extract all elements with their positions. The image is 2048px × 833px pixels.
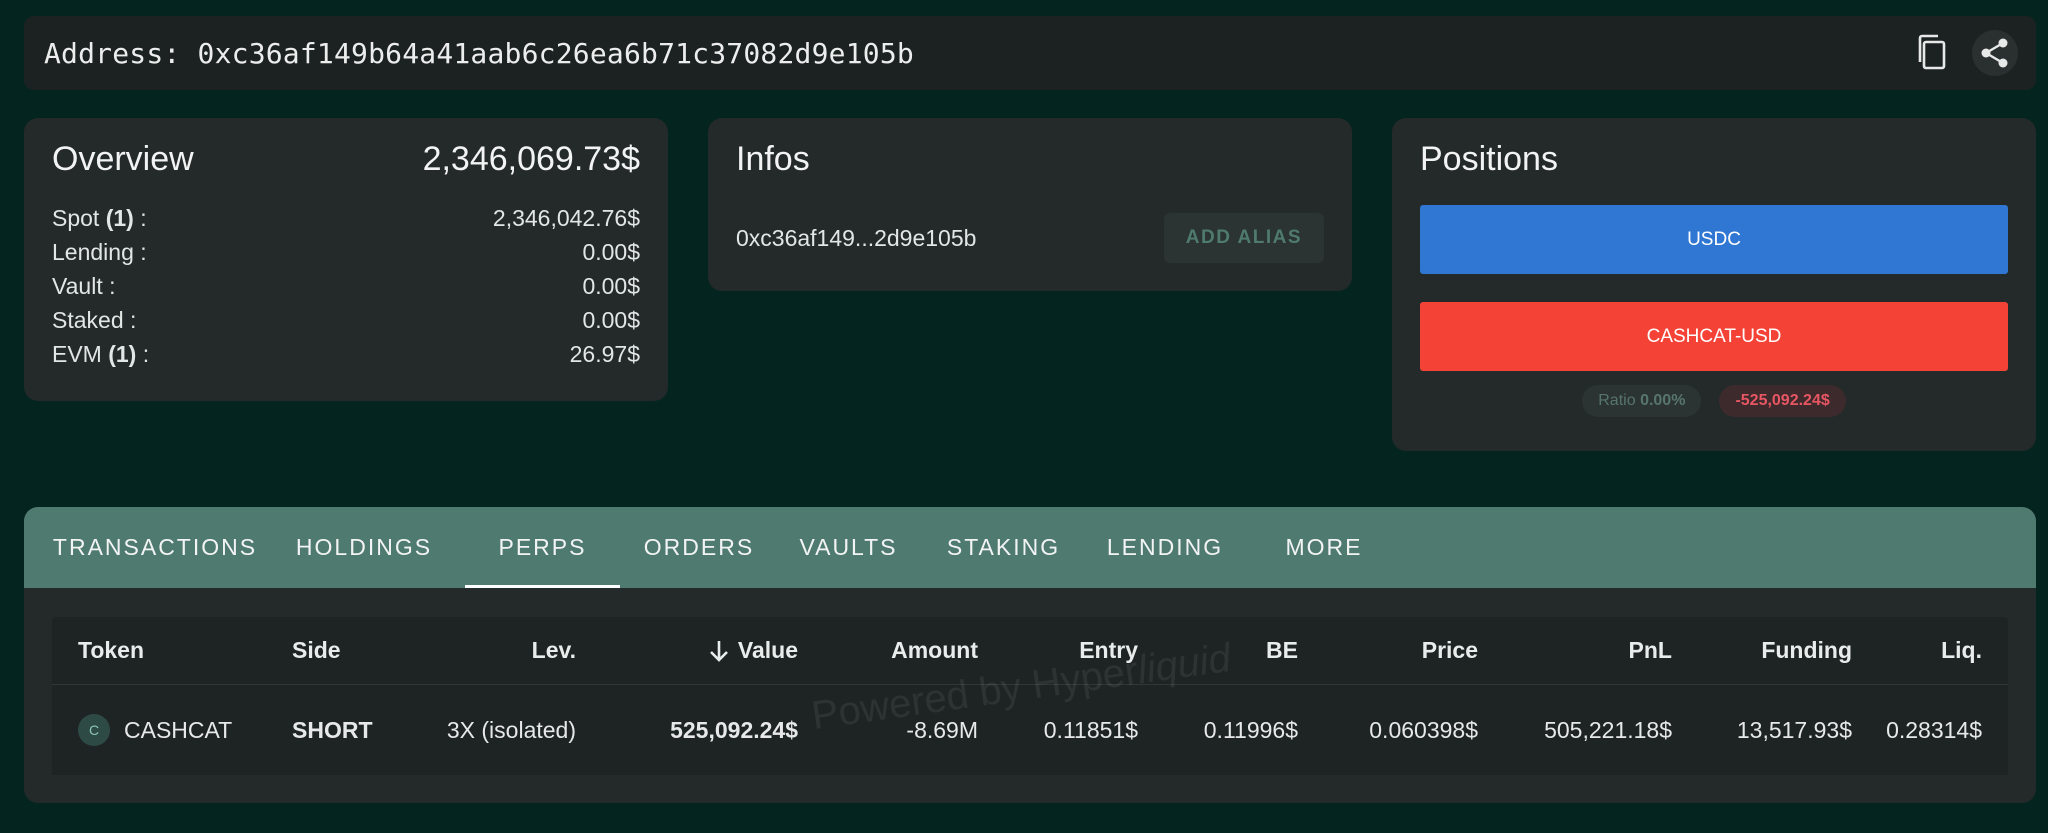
header-value[interactable]: Value <box>612 617 798 684</box>
address-actions <box>1910 30 2018 76</box>
overview-value: 0.00$ <box>582 239 640 265</box>
arrow-down-icon <box>709 640 728 662</box>
overview-value: 0.00$ <box>582 273 640 299</box>
value-cell: 525,092.24$ <box>670 716 798 743</box>
token-icon: C <box>78 714 110 746</box>
token-cell: C CASHCAT <box>78 685 232 775</box>
header-pnl[interactable]: PnL <box>1492 617 1672 684</box>
side-cell: SHORT <box>292 716 373 743</box>
pnl-badge: -525,092.24$ <box>1719 385 1846 417</box>
main-panel: TRANSACTIONS HOLDINGS PERPS ORDERS VAULT… <box>24 507 2036 803</box>
header-amount[interactable]: Amount <box>812 617 978 684</box>
copy-icon[interactable] <box>1910 30 1956 76</box>
overview-title: Overview <box>52 140 194 178</box>
header-liq[interactable]: Liq. <box>1862 617 1982 684</box>
tab-transactions[interactable]: TRANSACTIONS <box>53 507 257 588</box>
liq-cell: 0.28314$ <box>1886 716 1982 743</box>
overview-label: Vault : <box>52 273 116 299</box>
header-token[interactable]: Token <box>78 617 144 684</box>
tab-bar: TRANSACTIONS HOLDINGS PERPS ORDERS VAULT… <box>24 507 2036 588</box>
entry-cell: 0.11851$ <box>1043 716 1138 743</box>
overview-card: Overview 2,346,069.73$ Spot (1) : 2,346,… <box>24 118 668 401</box>
tab-orders[interactable]: ORDERS <box>638 507 760 588</box>
overview-label: Lending : <box>52 239 147 265</box>
tab-vaults[interactable]: VAULTS <box>793 507 904 588</box>
overview-value: 26.97$ <box>569 341 640 367</box>
funding-cell: 13,517.93$ <box>1736 716 1852 743</box>
overview-row-staked: Staked : 0.00$ <box>52 303 640 337</box>
header-entry[interactable]: Entry <box>992 617 1138 684</box>
overview-value: 0.00$ <box>582 307 640 333</box>
infos-card: Infos 0xc36af149...2d9e105b ADD ALIAS <box>708 118 1352 291</box>
position-bar-usdc[interactable]: USDC <box>1420 205 2008 274</box>
be-cell: 0.11996$ <box>1203 716 1298 743</box>
position-bar-cashcat[interactable]: CASHCAT-USD <box>1420 302 2008 371</box>
address-text: Address: 0xc36af149b64a41aab6c26ea6b71c3… <box>44 36 914 70</box>
overview-value: 2,346,042.76$ <box>492 205 640 231</box>
share-icon[interactable] <box>1972 30 2018 76</box>
overview-row-lending: Lending : 0.00$ <box>52 235 640 269</box>
header-price[interactable]: Price <box>1312 617 1478 684</box>
header-side[interactable]: Side <box>292 617 341 684</box>
table-row[interactable]: C CASHCAT SHORT 3X (isolated) 525,092.24… <box>52 685 2008 775</box>
overview-label: EVM (1) : <box>52 341 150 367</box>
header-lev[interactable]: Lev. <box>412 617 576 684</box>
overview-row-evm: EVM (1) : 26.97$ <box>52 337 640 371</box>
overview-row-vault: Vault : 0.00$ <box>52 269 640 303</box>
overview-total: 2,346,069.73$ <box>422 140 640 178</box>
tab-more[interactable]: MORE <box>1280 507 1368 588</box>
address-bar: Address: 0xc36af149b64a41aab6c26ea6b71c3… <box>24 16 2036 90</box>
overview-label: Staked : <box>52 307 137 333</box>
pnl-cell: 505,221.18$ <box>1544 716 1672 743</box>
positions-title: Positions <box>1420 140 1558 178</box>
infos-title: Infos <box>736 140 810 178</box>
overview-row-spot: Spot (1) : 2,346,042.76$ <box>52 201 640 235</box>
tab-holdings[interactable]: HOLDINGS <box>290 507 438 588</box>
amount-cell: -8.69M <box>906 716 978 743</box>
overview-label: Spot (1) : <box>52 205 147 231</box>
add-alias-button[interactable]: ADD ALIAS <box>1163 213 1324 263</box>
perps-table: Token Side Lev. Value Amount Entry BE Pr… <box>52 617 2008 775</box>
infos-short-address: 0xc36af149...2d9e105b <box>736 224 977 251</box>
header-be[interactable]: BE <box>1152 617 1298 684</box>
tab-lending[interactable]: LENDING <box>1101 507 1229 588</box>
lev-cell: 3X (isolated) <box>446 716 576 743</box>
tab-staking[interactable]: STAKING <box>938 507 1069 588</box>
ratio-badge: Ratio 0.00% <box>1582 385 1702 417</box>
price-cell: 0.060398$ <box>1369 716 1478 743</box>
table-header: Token Side Lev. Value Amount Entry BE Pr… <box>52 617 2008 685</box>
tab-perps[interactable]: PERPS <box>465 507 620 588</box>
token-name: CASHCAT <box>124 716 233 743</box>
header-funding[interactable]: Funding <box>1692 617 1852 684</box>
positions-card: Positions USDC CASHCAT-USD Ratio 0.00% -… <box>1392 118 2036 451</box>
